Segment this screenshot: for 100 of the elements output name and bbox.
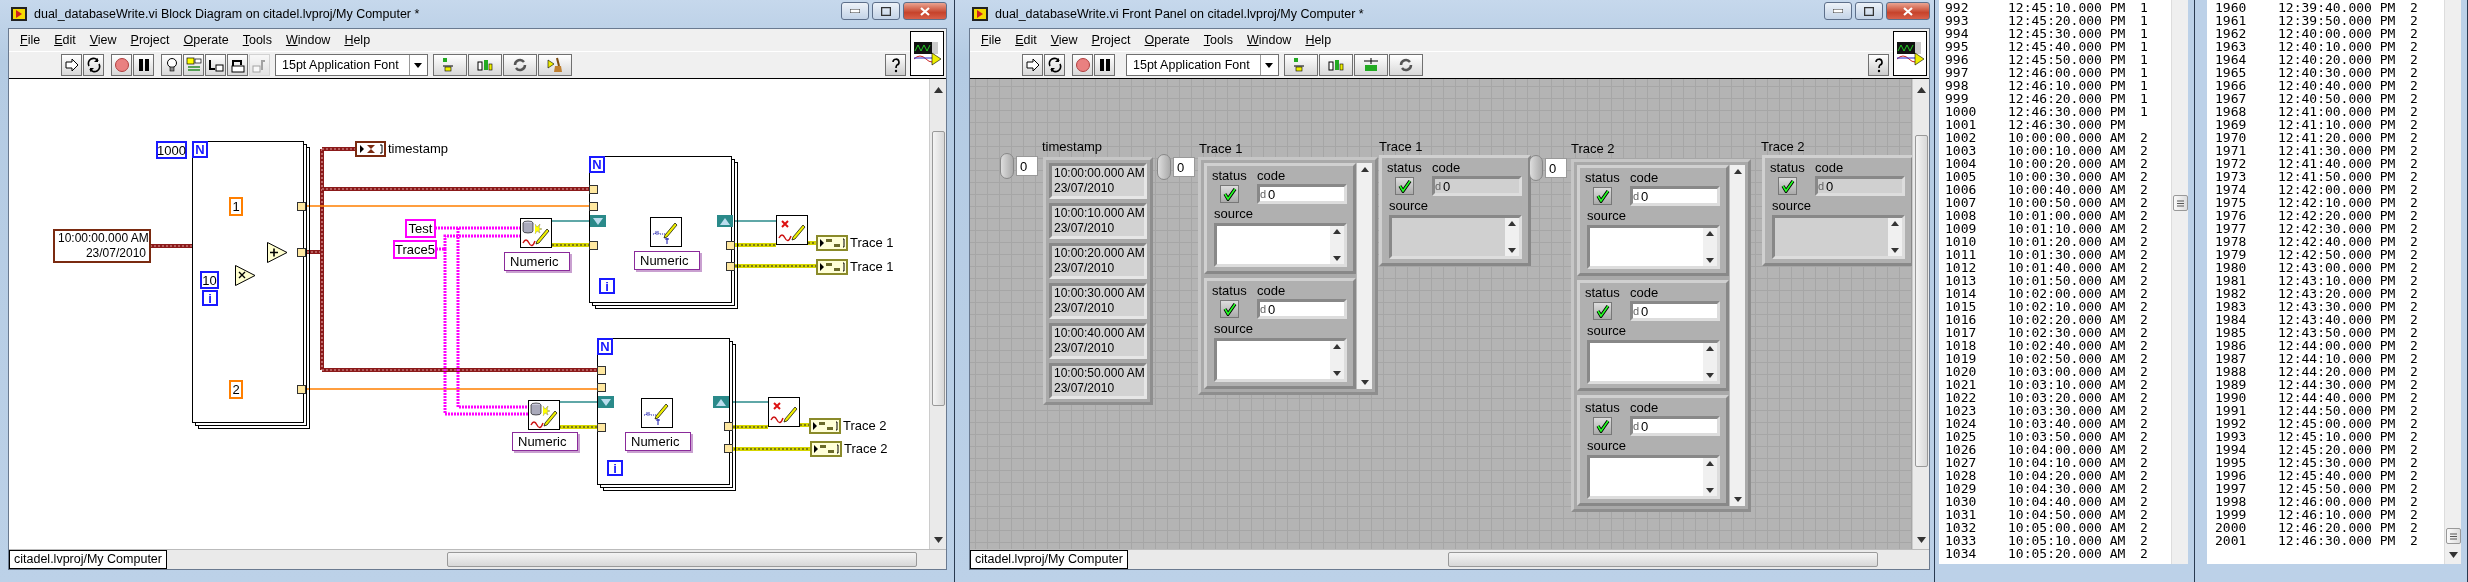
type-selector[interactable]: Numeric (504, 252, 570, 271)
source-field[interactable] (1587, 455, 1720, 499)
status-checkbox[interactable] (1593, 302, 1612, 320)
table-cell-text: 12:45:40.000 PM (2008, 40, 2127, 53)
help-button[interactable] (1868, 54, 1889, 76)
menu-item[interactable]: File (13, 33, 48, 47)
table-cell-text: 1960 (2215, 1, 2248, 14)
run-button[interactable] (1022, 54, 1043, 76)
timestamp-field[interactable]: 10:00:00.000 AM 23/07/2010 (1049, 163, 1147, 199)
timestamp-field[interactable]: 10:00:40.000 AM 23/07/2010 (1049, 323, 1147, 359)
run-icon (1024, 57, 1041, 73)
status-checkbox[interactable] (1593, 187, 1612, 205)
close-button[interactable] (1886, 2, 1930, 20)
index-field[interactable]: 0 (1545, 158, 1567, 178)
font-dropdown[interactable]: 15pt Application Font (1126, 54, 1279, 76)
array-scrollbar[interactable] (1729, 165, 1745, 506)
retain-wire-values-button[interactable] (183, 54, 204, 76)
source-field[interactable] (1587, 340, 1720, 384)
menu-item[interactable]: Operate (176, 33, 236, 47)
timestamp-field[interactable]: 10:00:30.000 AM 23/07/2010 (1049, 283, 1147, 319)
reorder-button[interactable] (1388, 54, 1423, 76)
menu-item[interactable]: Tools (1196, 33, 1240, 47)
timestamp-field[interactable]: 10:00:10.000 AM 23/07/2010 (1049, 203, 1147, 239)
table-cell-text: 1019 (1945, 352, 1978, 365)
index-spinner[interactable] (1157, 154, 1171, 180)
resize-button[interactable] (1353, 54, 1388, 76)
code-field[interactable]: d0 (1257, 184, 1347, 204)
help-button[interactable] (885, 54, 906, 76)
index-field[interactable]: 0 (1173, 157, 1195, 177)
menu-item[interactable]: Operate (1137, 33, 1197, 47)
field-label: status (1585, 286, 1621, 299)
array-scrollbar[interactable] (1356, 163, 1372, 389)
type-selector[interactable]: Numeric (625, 432, 691, 451)
table-cell-text: 12:46:00.000 PM (2008, 66, 2127, 79)
status-checkbox[interactable] (1220, 300, 1239, 318)
status-checkbox[interactable] (1220, 185, 1239, 203)
vertical-scrollbar[interactable] (1912, 79, 1929, 549)
source-field[interactable] (1214, 338, 1347, 382)
pause-button[interactable] (1094, 54, 1115, 76)
timestamp-field[interactable]: 10:00:50.000 AM 23/07/2010 (1049, 363, 1147, 399)
horizontal-scrollbar[interactable] (166, 550, 946, 569)
horizontal-scrollbar[interactable] (1127, 550, 1929, 569)
table-cell-text: 2 (2140, 209, 2149, 222)
index-field[interactable]: 0 (1016, 156, 1038, 176)
vertical-scrollbar[interactable] (929, 79, 946, 549)
align-button[interactable] (1283, 54, 1318, 76)
menu-item[interactable]: Project (1084, 33, 1138, 47)
radix-label: d (1260, 188, 1268, 200)
menu-item[interactable]: Edit (47, 33, 83, 47)
menu-item[interactable]: Window (278, 33, 338, 47)
minimize-button[interactable] (841, 2, 869, 20)
step-over-button[interactable] (227, 54, 248, 76)
status-checkbox[interactable] (1593, 417, 1612, 435)
code-field[interactable]: d0 (1630, 416, 1720, 436)
vi-icon[interactable] (910, 31, 944, 76)
index-spinner[interactable] (1529, 155, 1543, 181)
pause-button[interactable] (133, 54, 154, 76)
index-spinner[interactable] (1000, 153, 1014, 179)
highlight-button[interactable] (161, 54, 182, 76)
menu-item[interactable]: View (1043, 33, 1085, 47)
vertical-scrollbar[interactable] (2444, 0, 2461, 564)
distribute-button[interactable] (467, 54, 502, 76)
menu-item[interactable]: Window (1239, 33, 1299, 47)
field-label: status (1585, 401, 1621, 414)
minimize-button[interactable] (1824, 2, 1852, 20)
menu-item[interactable]: View (82, 33, 124, 47)
menu-item[interactable]: Help (1298, 33, 1339, 47)
maximize-button[interactable] (872, 2, 900, 20)
code-field[interactable]: d0 (1257, 299, 1347, 319)
vertical-scrollbar[interactable] (2171, 0, 2188, 564)
clean-up-button[interactable] (537, 54, 572, 76)
align-button[interactable] (432, 54, 467, 76)
code-field[interactable]: d0 (1630, 301, 1720, 321)
abort-button[interactable] (1072, 54, 1093, 76)
menu-item[interactable]: Edit (1008, 33, 1044, 47)
type-selector[interactable]: Numeric (634, 251, 700, 270)
distribute-button[interactable] (1318, 54, 1353, 76)
source-field[interactable] (1587, 225, 1720, 269)
menu-item[interactable]: File (974, 33, 1009, 47)
source-field[interactable] (1214, 223, 1347, 267)
menu-item[interactable]: Tools (235, 33, 279, 47)
code-field[interactable]: d0 (1630, 186, 1720, 206)
menu-item[interactable]: Help (337, 33, 378, 47)
menu-item[interactable]: Project (123, 33, 177, 47)
run-button[interactable] (61, 54, 82, 76)
reorder-button[interactable] (502, 54, 537, 76)
table-cell-text: 2 (2410, 131, 2419, 144)
timestamp-field[interactable]: 10:00:20.000 AM 23/07/2010 (1049, 243, 1147, 279)
font-dropdown[interactable]: 15pt Application Font (275, 54, 428, 76)
run-continuously-button[interactable] (1044, 54, 1065, 76)
close-button[interactable] (903, 2, 947, 20)
step-into-button[interactable] (205, 54, 226, 76)
vi-icon[interactable] (1893, 31, 1927, 76)
type-selector[interactable]: Numeric (512, 432, 578, 451)
maximize-button[interactable] (1855, 2, 1883, 20)
field-label: status (1585, 171, 1621, 184)
table-cell-text: 2 (2410, 235, 2419, 248)
run-continuously-button[interactable] (83, 54, 104, 76)
abort-button[interactable] (111, 54, 132, 76)
table-cell-text: 12:41:30.000 PM (2278, 144, 2397, 157)
